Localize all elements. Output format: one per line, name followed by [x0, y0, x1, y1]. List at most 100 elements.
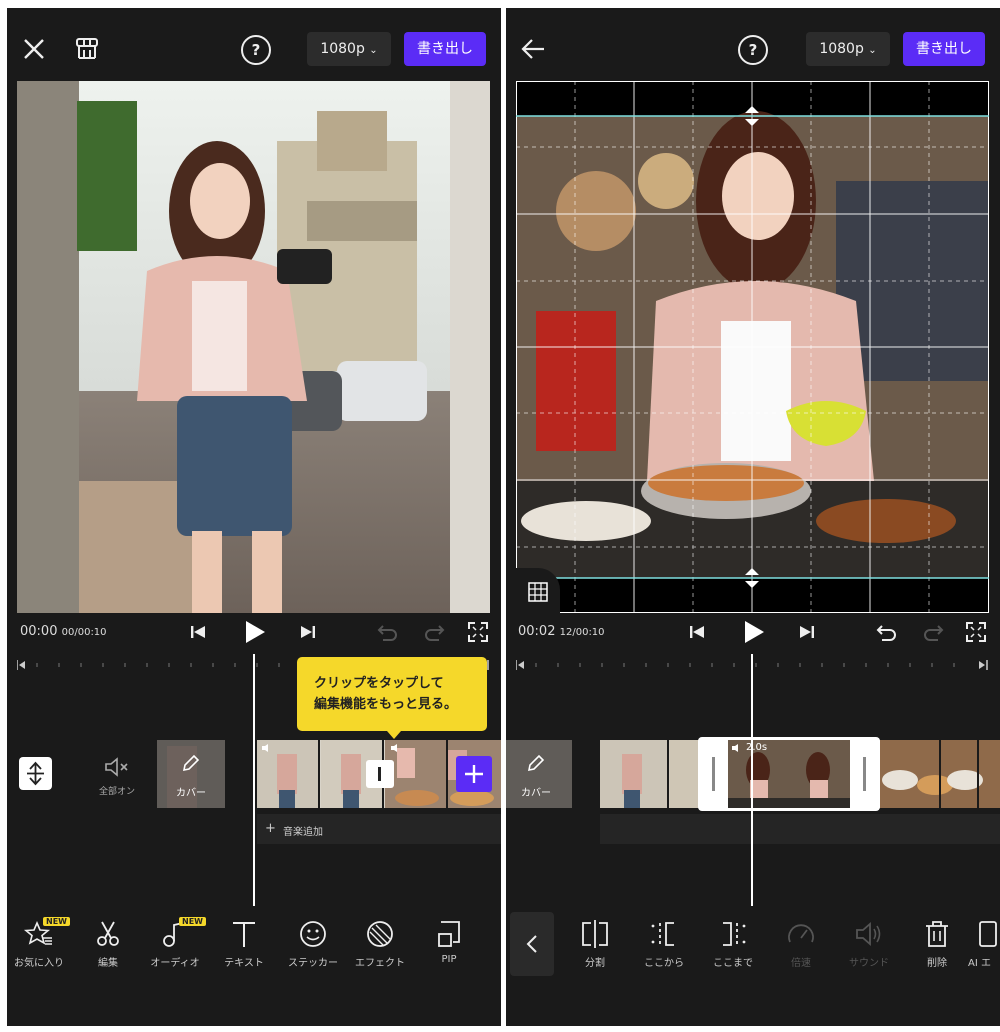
grid-toggle-button[interactable] — [516, 568, 560, 613]
selected-clip-thumbnails: 2.0s — [728, 740, 850, 808]
tool-text[interactable]: テキスト — [212, 920, 276, 969]
tool-edit[interactable]: 編集 — [76, 920, 140, 969]
tooltip-line-1: クリップをタップして — [314, 676, 444, 691]
new-badge: NEW — [179, 917, 206, 926]
tool-pip[interactable]: PIP — [417, 920, 481, 965]
sound-icon — [856, 922, 881, 946]
skip-forward-icon[interactable] — [300, 624, 316, 644]
tool-trim-end[interactable]: ここまで — [701, 920, 765, 969]
transition-button[interactable] — [366, 760, 394, 788]
main-toolbar: NEW お気に入り 編集 NEW オーディオ テキスト ステッカー エフェクト … — [7, 906, 501, 1026]
tool-trim-start[interactable]: ここから — [632, 920, 696, 969]
help-button[interactable]: ? — [738, 35, 768, 65]
tool-label: サウンド — [849, 958, 889, 969]
ai-icon — [979, 921, 997, 947]
right-editor-screen: ? 1080p ⌄ 書き出し 00:02 12/00:10 カバー 2.0s 分… — [506, 8, 1000, 1026]
top-crop-handle-icon[interactable] — [744, 106, 760, 126]
bottom-crop-handle-icon[interactable] — [744, 568, 760, 588]
mute-all-button[interactable]: 全部オン — [91, 756, 143, 797]
current-time: 00:00 — [20, 624, 58, 639]
undo-icon[interactable] — [377, 622, 399, 646]
effect-icon — [367, 921, 393, 947]
split-icon — [582, 920, 608, 948]
playhead[interactable] — [253, 654, 255, 906]
speed-icon — [788, 924, 814, 943]
expand-arrows-icon — [27, 761, 44, 786]
plus-icon — [465, 765, 483, 783]
redo-icon[interactable] — [423, 622, 445, 646]
tool-label: 削除 — [927, 958, 947, 969]
resolution-value: 1080p — [320, 41, 365, 57]
export-button[interactable]: 書き出し — [903, 32, 985, 66]
chevron-down-icon: ⌄ — [369, 45, 378, 56]
current-frames: 00 — [61, 627, 75, 638]
add-clip-button[interactable] — [456, 756, 492, 792]
tool-label: エフェクト — [355, 958, 405, 969]
resolution-select[interactable]: 1080p ⌄ — [307, 32, 391, 66]
left-editor-screen: ? 1080p ⌄ 書き出し 00:00 00/00:10 クリップをタップして… — [7, 8, 501, 1026]
cover-button[interactable]: カバー — [506, 740, 572, 808]
tool-effect[interactable]: エフェクト — [348, 920, 412, 969]
sticker-icon — [300, 921, 326, 947]
redo-icon[interactable] — [922, 622, 944, 646]
resolution-value: 1080p — [819, 41, 864, 57]
cover-label: カバー — [176, 788, 206, 799]
tool-label: 分割 — [585, 958, 605, 969]
left-trim-handle[interactable] — [712, 757, 715, 791]
add-music-track[interactable]: + 音楽追加 — [257, 814, 501, 844]
tip-tooltip[interactable]: クリップをタップして 編集機能をもっと見る。 — [297, 657, 487, 739]
skip-back-icon[interactable] — [689, 624, 705, 644]
total-time: /00:10 — [74, 627, 107, 638]
tool-speed[interactable]: 倍速 — [769, 920, 833, 969]
pip-icon — [438, 921, 460, 947]
toolbar-back-button[interactable] — [510, 912, 554, 976]
close-icon[interactable] — [23, 38, 45, 64]
tool-label: ここから — [644, 958, 684, 969]
tool-label: テキスト — [224, 958, 264, 969]
chevron-down-icon: ⌄ — [868, 45, 877, 56]
tool-delete[interactable]: 削除 — [905, 920, 969, 969]
fullscreen-icon[interactable] — [468, 622, 488, 646]
tool-label: オーディオ — [150, 958, 200, 969]
add-music-label: 音楽追加 — [283, 827, 323, 838]
tooltip-line-2: 編集機能をもっと見る。 — [314, 697, 458, 712]
help-button[interactable]: ? — [241, 35, 271, 65]
undo-icon[interactable] — [876, 622, 898, 646]
edit-pencil-icon — [527, 754, 545, 772]
tool-label: お気に入り — [14, 958, 64, 969]
resolution-select[interactable]: 1080p ⌄ — [806, 32, 890, 66]
tool-favorites[interactable]: NEW お気に入り — [7, 917, 71, 969]
tool-label: 倍速 — [791, 958, 811, 969]
track-expand-button[interactable] — [19, 757, 52, 790]
skip-forward-icon[interactable] — [799, 624, 815, 644]
play-icon[interactable] — [244, 620, 266, 648]
tool-sound[interactable]: サウンド — [837, 920, 901, 969]
mute-icon — [105, 757, 128, 777]
play-icon[interactable] — [743, 620, 765, 648]
timecode: 00:00 00/00:10 — [20, 624, 107, 639]
fullscreen-icon[interactable] — [966, 622, 986, 646]
cover-label: カバー — [521, 788, 551, 799]
export-button[interactable]: 書き出し — [404, 32, 486, 66]
clip-sound-icon — [262, 744, 268, 752]
tool-sticker[interactable]: ステッカー — [281, 920, 345, 969]
cover-button[interactable]: カバー — [157, 740, 225, 808]
video-preview[interactable] — [17, 81, 490, 613]
tool-label: PIP — [441, 954, 457, 965]
delete-icon — [926, 921, 948, 947]
tool-label: 編集 — [98, 958, 118, 969]
video-preview[interactable] — [516, 81, 989, 613]
timecode: 00:02 12/00:10 — [518, 624, 605, 639]
template-icon[interactable] — [74, 36, 100, 66]
skip-back-icon[interactable] — [190, 624, 206, 644]
tool-split[interactable]: 分割 — [563, 920, 627, 969]
audio-track[interactable] — [600, 814, 1000, 844]
back-arrow-icon[interactable] — [521, 38, 545, 64]
selected-clip[interactable]: 2.0s — [698, 737, 880, 811]
tool-audio[interactable]: NEW オーディオ — [143, 917, 207, 969]
trim-start-icon — [651, 922, 674, 946]
playhead[interactable] — [751, 654, 753, 906]
right-trim-handle[interactable] — [863, 757, 866, 791]
mute-all-label: 全部オン — [98, 787, 135, 797]
tool-ai[interactable]: AI エ — [968, 920, 1000, 969]
